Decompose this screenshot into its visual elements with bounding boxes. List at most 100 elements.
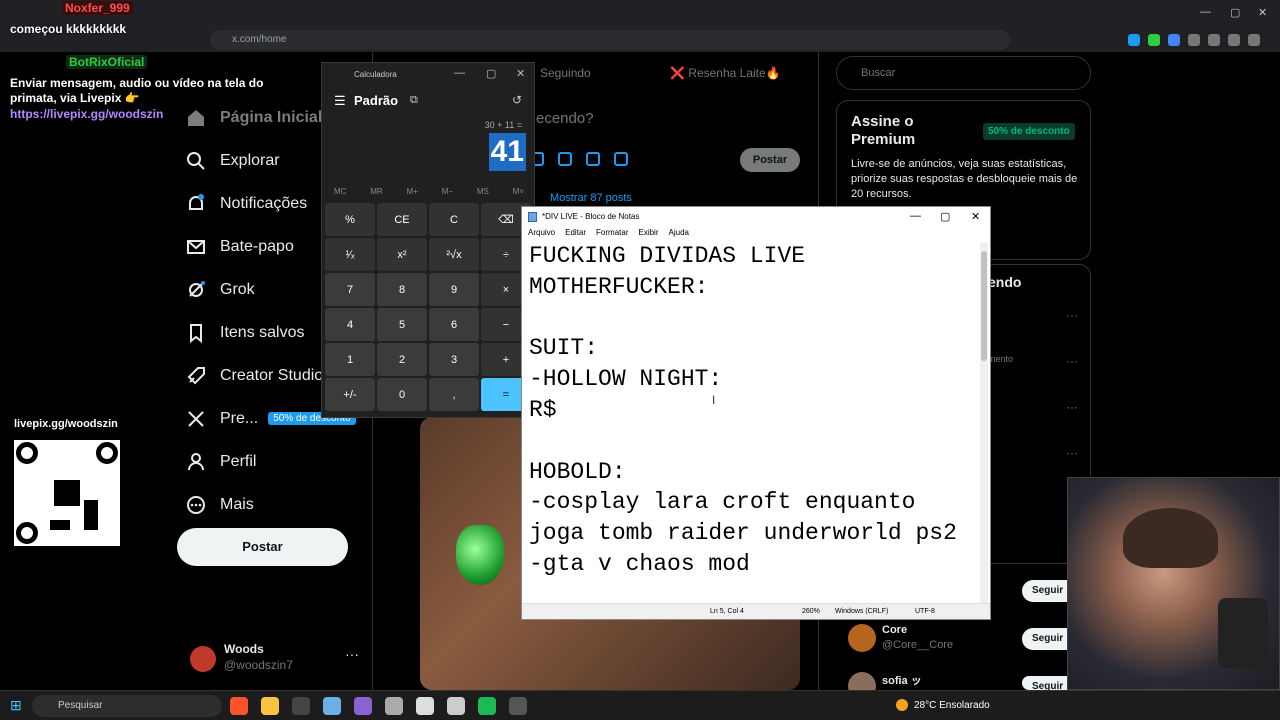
- extension-icon[interactable]: [1148, 34, 1160, 46]
- more-icon[interactable]: ···: [1066, 308, 1078, 322]
- nav-label: Creator Studio: [220, 366, 324, 384]
- brave-icon[interactable]: [230, 697, 248, 715]
- nav-label: Explorar: [220, 151, 280, 169]
- trend-item-fragment: mento: [988, 354, 1014, 364]
- weather-text[interactable]: 28°C Ensolarado: [914, 700, 990, 711]
- nav-item-profile[interactable]: Perfil: [178, 440, 368, 483]
- calc-key[interactable]: ²√x: [429, 238, 479, 271]
- chat-link: https://livepix.gg/woodszin: [10, 107, 164, 121]
- keep-on-top-icon[interactable]: ⧉: [410, 94, 418, 107]
- notepad-text-area[interactable]: FUCKING DIVIDAS LIVE MOTHERFUCKER: SUIT:…: [529, 241, 977, 601]
- avatar: [190, 646, 216, 672]
- calc-key[interactable]: 8: [377, 273, 427, 306]
- close-icon[interactable]: ✕: [516, 67, 525, 80]
- notepad-icon[interactable]: [323, 697, 341, 715]
- scrollbar-thumb[interactable]: [981, 251, 987, 361]
- schedule-icon[interactable]: [558, 152, 572, 166]
- qr-module: [50, 520, 70, 530]
- more-icon[interactable]: ···: [1066, 446, 1078, 460]
- location-icon[interactable]: [586, 152, 600, 166]
- search-input[interactable]: Buscar: [836, 56, 1091, 90]
- tab-following[interactable]: Seguindo: [540, 66, 591, 80]
- memory-button[interactable]: MC: [334, 187, 346, 196]
- memory-button[interactable]: MS: [477, 187, 489, 196]
- extension-icon[interactable]: [1228, 34, 1240, 46]
- calc-key[interactable]: 7: [325, 273, 375, 306]
- qr-module: [84, 500, 98, 530]
- maximize-icon[interactable]: ▢: [940, 210, 950, 223]
- more-icon[interactable]: ···: [345, 646, 359, 662]
- calc-key[interactable]: C: [429, 203, 479, 236]
- app-icon[interactable]: [385, 697, 403, 715]
- app-icon[interactable]: [416, 697, 434, 715]
- calc-key[interactable]: 5: [377, 308, 427, 341]
- calc-key[interactable]: +/-: [325, 378, 375, 411]
- maximize-icon[interactable]: ▢: [486, 67, 496, 80]
- app-icon[interactable]: [354, 697, 372, 715]
- memory-button[interactable]: M+: [407, 187, 418, 196]
- taskbar-search[interactable]: Pesquisar: [32, 695, 222, 717]
- extension-icon[interactable]: [1188, 34, 1200, 46]
- livepix-label: livepix.gg/woodszin: [14, 418, 118, 430]
- qr-finder: [96, 442, 118, 464]
- app-icon[interactable]: [292, 697, 310, 715]
- post-button[interactable]: Postar: [177, 528, 348, 566]
- calc-key[interactable]: CE: [377, 203, 427, 236]
- show-new-posts-link[interactable]: Mostrar 87 posts: [550, 192, 632, 204]
- calc-key[interactable]: 1: [325, 343, 375, 376]
- minimize-icon[interactable]: —: [454, 67, 465, 79]
- bell-icon: [189, 193, 204, 210]
- nav-item-more[interactable]: Mais: [178, 483, 368, 526]
- browser-toolbar: x.com/home — ▢ ✕: [0, 0, 1280, 52]
- menu-item-edit[interactable]: Editar: [565, 228, 586, 237]
- calc-key[interactable]: 4: [325, 308, 375, 341]
- calc-key[interactable]: %: [325, 203, 375, 236]
- app-icon[interactable]: [447, 697, 465, 715]
- calc-key[interactable]: 9: [429, 273, 479, 306]
- history-icon[interactable]: ↺: [512, 93, 522, 107]
- minimize-icon[interactable]: —: [910, 210, 921, 222]
- flag-icon[interactable]: [614, 152, 628, 166]
- extension-icon[interactable]: [1168, 34, 1180, 46]
- menu-item-help[interactable]: Ajuda: [669, 228, 689, 237]
- memory-button[interactable]: MR: [370, 187, 382, 196]
- premium-card-title: Assine o Premium: [851, 113, 916, 148]
- menu-item-view[interactable]: Exibir: [638, 228, 658, 237]
- extension-icon[interactable]: [1248, 34, 1260, 46]
- spotify-icon[interactable]: [478, 697, 496, 715]
- compose-toolbar: [530, 152, 628, 166]
- extension-icon[interactable]: [1208, 34, 1220, 46]
- memory-button[interactable]: M˅: [513, 187, 524, 196]
- close-icon[interactable]: ✕: [1258, 6, 1267, 19]
- scrollbar[interactable]: [980, 243, 988, 603]
- text-cursor-icon: I: [712, 393, 716, 407]
- maximize-icon[interactable]: ▢: [1230, 6, 1240, 19]
- more-icon[interactable]: ···: [1066, 354, 1078, 368]
- calc-key[interactable]: x²: [377, 238, 427, 271]
- menu-item-file[interactable]: Arquivo: [528, 228, 555, 237]
- memory-button[interactable]: M−: [442, 187, 453, 196]
- calc-key[interactable]: 2: [377, 343, 427, 376]
- person-icon: [188, 452, 204, 470]
- windows-start-icon[interactable]: ⊞: [10, 697, 22, 714]
- calc-key[interactable]: 0: [377, 378, 427, 411]
- compose-post-button[interactable]: Postar: [740, 148, 800, 172]
- calc-key[interactable]: ¹⁄ₓ: [325, 238, 375, 271]
- profile-name: Woods: [224, 642, 264, 656]
- calculator-icon[interactable]: [509, 697, 527, 715]
- tab-custom-list[interactable]: ❌ Resenha Laite🔥: [670, 66, 781, 80]
- folder-icon[interactable]: [261, 697, 279, 715]
- extension-icon[interactable]: [1128, 34, 1140, 46]
- account-switcher[interactable]: Woods @woodszin7 ···: [190, 642, 360, 682]
- close-icon[interactable]: ✕: [971, 210, 980, 223]
- calc-key[interactable]: 6: [429, 308, 479, 341]
- calc-key[interactable]: 3: [429, 343, 479, 376]
- compose-input[interactable]: ecendo?: [536, 110, 594, 127]
- minimize-icon[interactable]: —: [1200, 6, 1211, 18]
- menu-item-format[interactable]: Formatar: [596, 228, 628, 237]
- profile-handle: @woodszin7: [224, 658, 293, 672]
- calc-key[interactable]: ,: [429, 378, 479, 411]
- menu-icon[interactable]: ☰: [334, 93, 346, 109]
- address-bar[interactable]: x.com/home: [210, 30, 1010, 50]
- more-icon[interactable]: ···: [1066, 400, 1078, 414]
